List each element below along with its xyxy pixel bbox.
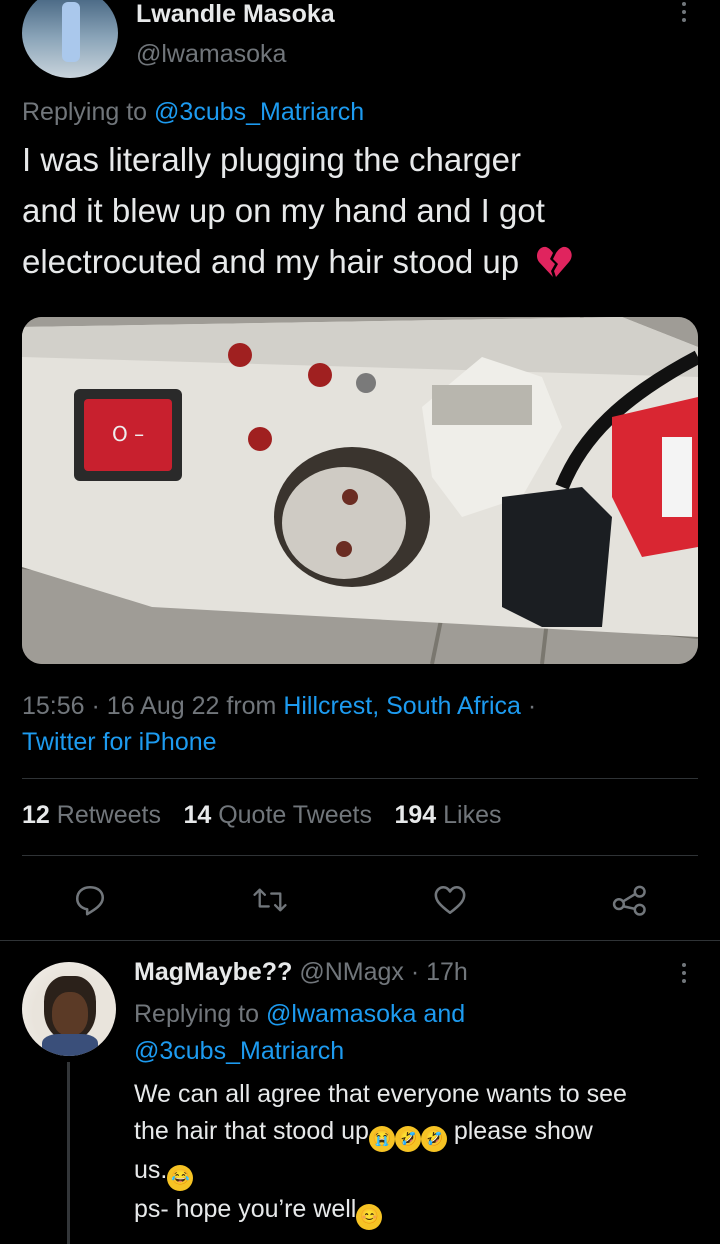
reply-avatar[interactable] [22,962,116,1056]
retweet-icon[interactable] [248,878,292,922]
author-avatar[interactable] [22,0,118,78]
reply-header: MagMaybe?? @NMagx · 17h [134,958,468,987]
tweet-time: 15:56 [22,692,85,720]
replying-to-link[interactable]: @3cubs_Matriarch [154,98,364,126]
divider [0,940,720,941]
reply-thread-line [67,1062,70,1244]
reply-author-handle[interactable]: @NMagx [299,958,404,986]
tweet-meta: 15:56 · 16 Aug 22 from Hillcrest, South … [22,692,537,756]
tweet-photo[interactable]: O – [22,317,698,664]
tweet-location[interactable]: Hillcrest, South Africa [283,692,521,720]
divider [22,855,698,856]
retweets-stat[interactable]: 12 Retweets [22,801,161,829]
reply-icon[interactable] [68,878,112,922]
crying-face-icon: 😭 [368,1126,395,1152]
smiling-face-icon: 😊 [356,1204,383,1230]
svg-text:O –: O – [112,422,144,446]
author-name[interactable]: Lwandle Masoka [136,0,335,29]
reply-text: We can all agree that everyone wants to … [134,1076,704,1230]
power-strip-image: O – [22,317,698,664]
author-handle[interactable]: @lwamasoka [136,40,286,69]
divider [22,778,698,779]
likes-stat[interactable]: 194 Likes [394,801,501,829]
replying-to: Replying to @3cubs_Matriarch [22,98,365,126]
reply-mention-2[interactable]: @3cubs_Matriarch [134,1037,344,1065]
reply-replying-to: Replying to @lwamasoka and @3cubs_Matria… [134,1000,466,1065]
reply-author-name[interactable]: MagMaybe?? [134,958,292,986]
rofl-face-icon: 🤣 [420,1126,447,1152]
reply-age[interactable]: · 17h [411,958,468,986]
rofl-face-icon: 🤣 [394,1126,421,1152]
more-icon[interactable] [674,2,694,22]
broken-heart-icon [536,242,572,293]
tweet-date: 16 Aug 22 [106,692,220,720]
tears-of-joy-icon: 😂 [167,1165,194,1191]
tweet-client[interactable]: Twitter for iPhone [22,728,217,756]
tweet-text: I was literally plugging the charger and… [22,134,702,293]
reply-mention-1[interactable]: @lwamasoka [266,1000,416,1028]
reply-more-icon[interactable] [674,963,694,983]
like-icon[interactable] [428,878,472,922]
share-icon[interactable] [608,878,652,922]
tweet-stats: 12 Retweets 14 Quote Tweets 194 Likes [22,801,502,830]
quotes-stat[interactable]: 14 Quote Tweets [183,801,372,829]
